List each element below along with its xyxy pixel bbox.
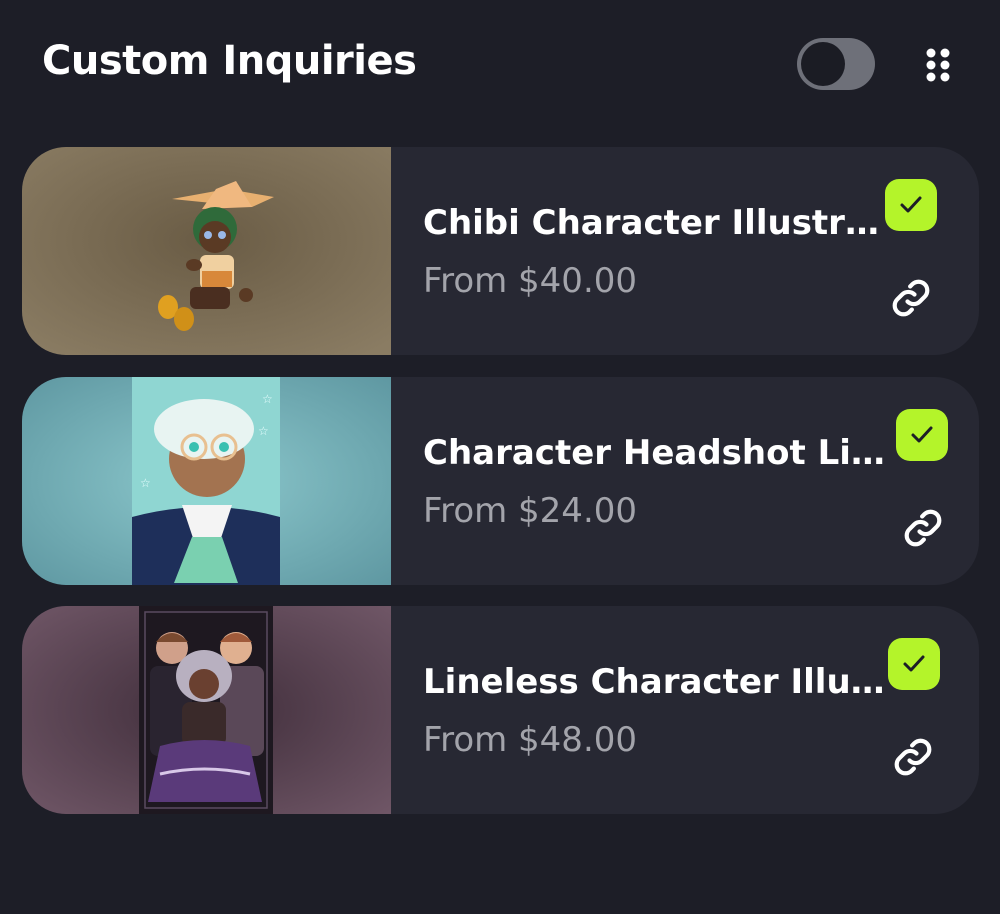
check-icon	[911, 426, 933, 443]
card-title: Chibi Character Illustrati...	[423, 203, 888, 243]
check-icon	[900, 196, 922, 213]
inquiry-card[interactable]: ☆ ☆ ☆ Character Headshot Linel... From $…	[22, 377, 979, 585]
check-icon	[903, 655, 925, 672]
card-title: Character Headshot Linel...	[423, 433, 888, 473]
svg-text:☆: ☆	[140, 476, 151, 490]
svg-text:☆: ☆	[262, 392, 273, 406]
card-price: From $40.00	[423, 261, 638, 301]
custom-inquiries-screen: Custom Inquiries Chibi Character Illustr…	[0, 0, 1000, 914]
link-icon[interactable]	[902, 507, 944, 549]
selected-checkbox[interactable]	[888, 638, 940, 690]
card-title: Lineless Character Illustr...	[423, 662, 888, 702]
link-icon[interactable]	[892, 736, 934, 778]
card-price: From $48.00	[423, 720, 638, 760]
grid-dots-icon[interactable]	[922, 46, 954, 84]
card-price: From $24.00	[423, 491, 638, 531]
page-title: Custom Inquiries	[42, 38, 417, 84]
inquiry-card[interactable]: Chibi Character Illustrati... From $40.0…	[22, 147, 979, 355]
link-icon[interactable]	[890, 277, 932, 319]
selected-checkbox[interactable]	[885, 179, 937, 231]
header: Custom Inquiries	[0, 0, 1000, 140]
selected-checkbox[interactable]	[896, 409, 948, 461]
toggle-knob	[801, 42, 845, 86]
card-thumbnail: ☆ ☆ ☆	[22, 377, 391, 585]
card-thumbnail	[22, 147, 391, 355]
visibility-toggle[interactable]	[797, 38, 875, 90]
inquiry-card[interactable]: Lineless Character Illustr... From $48.0…	[22, 606, 979, 814]
card-thumbnail	[22, 606, 391, 814]
svg-text:☆: ☆	[258, 424, 269, 438]
